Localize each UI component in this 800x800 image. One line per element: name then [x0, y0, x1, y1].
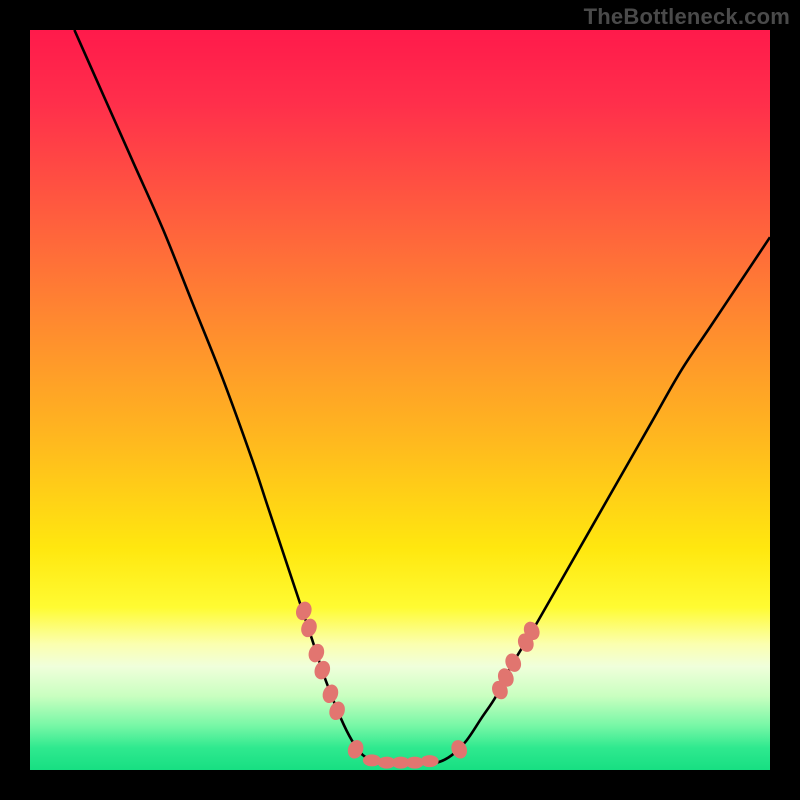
chart-svg [30, 30, 770, 770]
curve-marker [421, 755, 439, 767]
plot-area [30, 30, 770, 770]
attribution-text: TheBottleneck.com [584, 4, 790, 30]
gradient-background [30, 30, 770, 770]
chart-frame: TheBottleneck.com [0, 0, 800, 800]
curve-marker [363, 754, 381, 766]
